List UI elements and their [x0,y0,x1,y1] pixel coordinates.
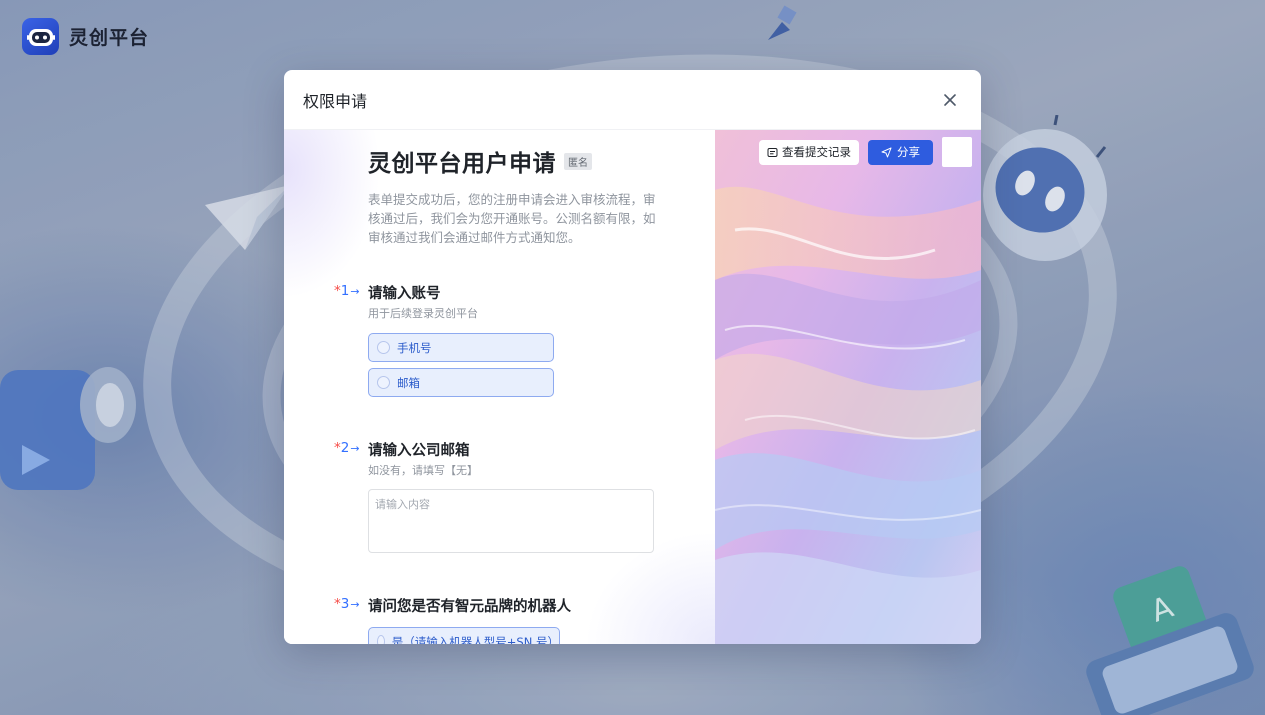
form-panel[interactable]: 灵创平台用户申请 匿名 表单提交成功后，您的注册申请会进入审核流程，审核通过后，… [284,130,715,644]
modal-header: 权限申请 [284,70,981,130]
option-label: 是（请输入机器人型号+SN 号） [391,634,559,645]
form-actions: 查看提交记录 分享 [759,137,972,167]
form-title: 灵创平台用户申请 [368,151,556,177]
arrow-right-icon: → [350,598,360,611]
option-phone[interactable]: 手机号 [368,333,554,362]
question-index: 2 [340,440,350,456]
form-title-row: 灵创平台用户申请 匿名 [368,144,658,178]
arrow-right-icon: → [350,285,360,298]
marble-cover-image [715,130,981,644]
records-icon [767,147,778,157]
option-yes[interactable]: 是（请输入机器人型号+SN 号） [368,627,560,644]
option-email[interactable]: 邮箱 [368,368,554,397]
app-logo[interactable]: 灵创平台 [22,18,149,55]
question-index: 1 [340,283,350,299]
app-name: 灵创平台 [69,27,150,49]
required-mark: * [334,440,341,456]
radio-circle-icon [377,341,390,354]
radio-circle-icon [377,376,390,389]
modal-body: 灵创平台用户申请 匿名 表单提交成功后，您的注册申请会进入审核流程，审核通过后，… [284,130,981,644]
required-mark: * [334,596,341,612]
close-icon [944,93,956,106]
more-button[interactable] [942,137,972,167]
question-subtitle: 如没有，请填写【无】 [368,464,478,477]
share-label: 分享 [897,145,920,159]
question-number: *1→ [334,283,360,299]
question-title: 请输入账号 [368,286,441,302]
company-email-input[interactable] [368,489,654,553]
question-number: *3→ [334,596,360,612]
view-records-button[interactable]: 查看提交记录 [759,139,859,165]
option-label: 手机号 [397,340,432,355]
question-number: *2→ [334,440,360,456]
cover-art-panel: 查看提交记录 分享 [715,130,981,644]
send-icon [881,147,892,157]
modal-title: 权限申请 [303,91,368,111]
anonymous-badge: 匿名 [564,152,592,170]
question-title: 请输入公司邮箱 [368,443,470,459]
close-button[interactable] [937,87,963,113]
question-title: 请问您是否有智元品牌的机器人 [368,599,571,615]
view-records-label: 查看提交记录 [782,145,851,159]
radio-circle-icon [377,635,385,644]
arrow-right-icon: → [350,442,360,455]
option-label: 邮箱 [397,375,420,390]
robot-logo-icon [22,18,59,55]
question-subtitle: 用于后续登录灵创平台 [368,307,478,320]
form-header: 灵创平台用户申请 匿名 表单提交成功后，您的注册申请会进入审核流程，审核通过后，… [368,144,658,247]
question-index: 3 [340,596,350,612]
required-mark: * [334,283,341,299]
permission-request-modal: 权限申请 灵创平台用户申请 匿名 表单提交成功后，您的注册申请会进入审核流程，审… [284,70,981,644]
form-description: 表单提交成功后，您的注册申请会进入审核流程，审核通过后，我们会为您开通账号。公测… [368,192,656,245]
share-button[interactable]: 分享 [868,139,933,165]
